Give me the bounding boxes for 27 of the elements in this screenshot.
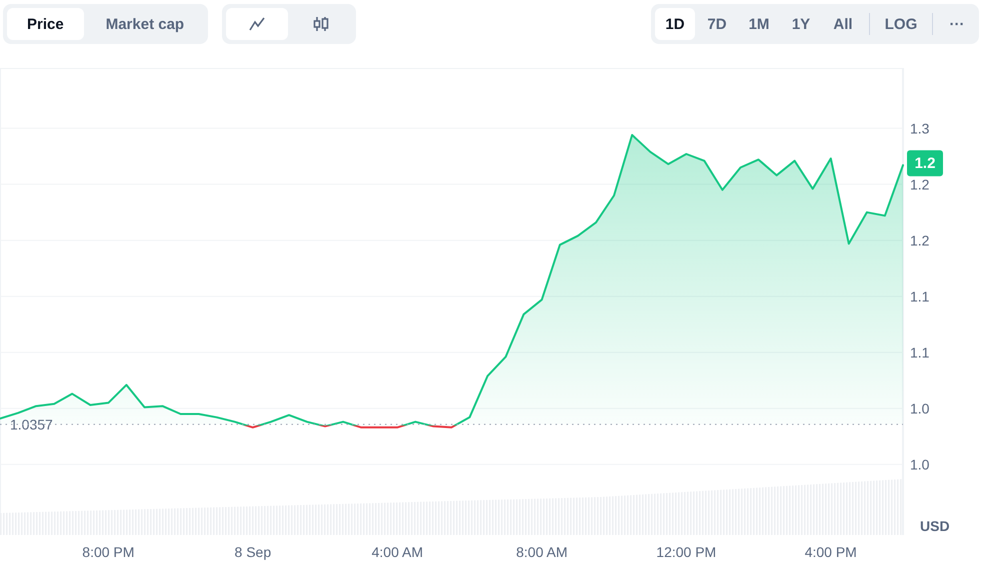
currency-label: USD — [920, 518, 950, 534]
y-axis-tick-label: 1.0 — [910, 456, 930, 472]
more-button[interactable]: ··· — [939, 8, 975, 40]
x-axis-tick-label: 8:00 PM — [82, 544, 134, 560]
time-range-tab[interactable]: 1M — [739, 8, 779, 40]
y-axis-tick-label: 1.3 — [910, 120, 930, 136]
y-axis-tick-label: 1.1 — [910, 288, 930, 304]
time-range-tab[interactable]: 7D — [697, 8, 737, 40]
time-range-tab[interactable]: All — [823, 8, 863, 40]
metric-tab[interactable]: Market cap — [86, 8, 204, 40]
time-range-tab[interactable]: 1Y — [781, 8, 821, 40]
x-axis-tick-label: 4:00 AM — [372, 544, 423, 560]
y-axis-tick-label: 1.1 — [910, 344, 930, 360]
baseline-price-label: 1.0357 — [10, 416, 53, 432]
y-axis-tick-label: 1.2 — [910, 232, 930, 248]
log-scale-button[interactable]: LOG — [876, 8, 926, 40]
y-axis-tick-label: 1.0 — [910, 400, 930, 416]
metric-tab[interactable]: Price — [7, 8, 84, 40]
current-price-badge: 1.2 — [907, 150, 943, 176]
y-axis-tick-label: 1.2 — [910, 176, 930, 192]
x-axis-tick-label: 12:00 PM — [656, 544, 716, 560]
x-axis-tick-label: 4:00 PM — [804, 544, 857, 560]
time-range-tab[interactable]: 1D — [655, 8, 695, 40]
line-chart-icon — [249, 17, 266, 31]
x-axis-tick-label: 8:00 AM — [516, 544, 568, 560]
x-axis-tick-label: 8 Sep — [234, 544, 272, 560]
candlestick-icon — [312, 16, 330, 32]
